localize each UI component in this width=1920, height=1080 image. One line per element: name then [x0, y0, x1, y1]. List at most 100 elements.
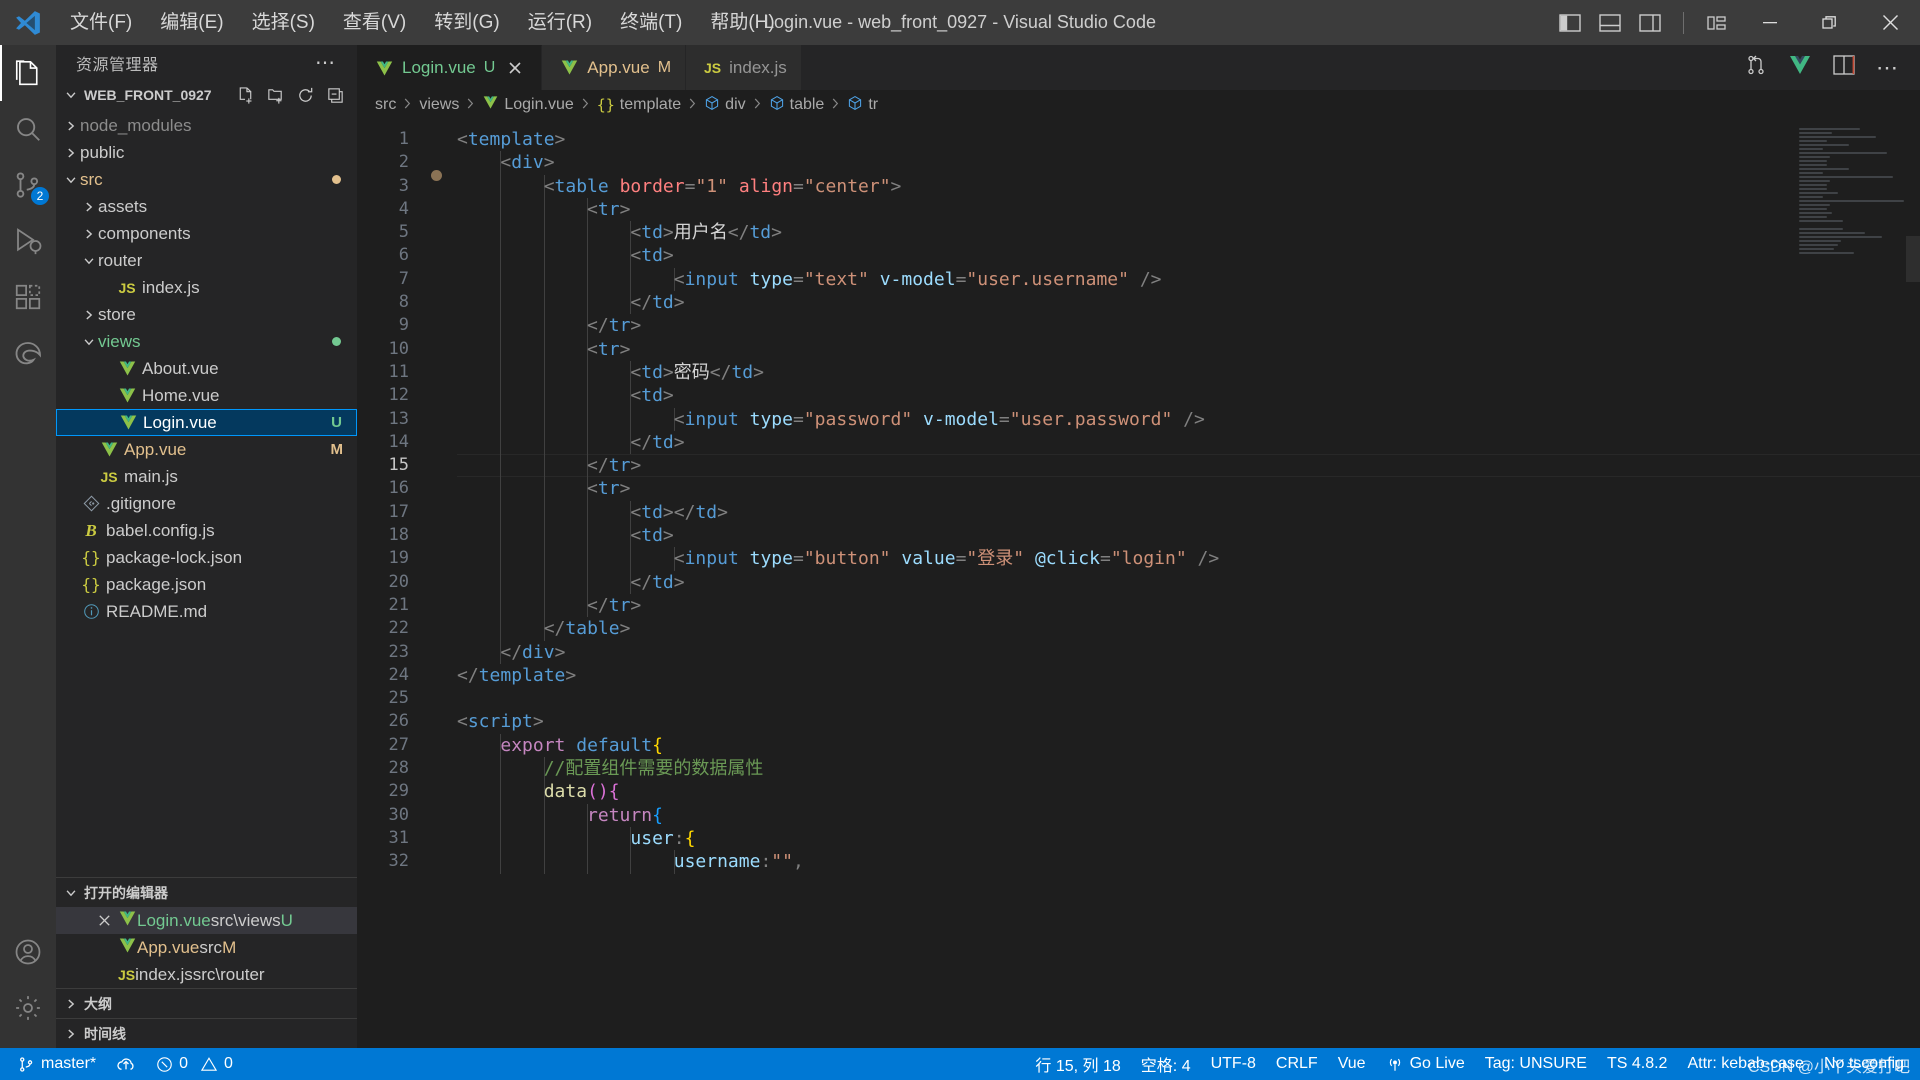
tree-file-row[interactable]: JS main.js	[56, 463, 357, 490]
tree-file-row[interactable]: Bbabel.config.js	[56, 517, 357, 544]
code-line[interactable]: username:"",	[457, 850, 1920, 874]
code-line[interactable]: <tr>	[457, 477, 1920, 501]
status-cursor-position[interactable]: 行 15, 列 18	[1025, 1048, 1130, 1080]
toggle-primary-sidebar-icon[interactable]	[1557, 10, 1583, 36]
chevron-down-icon[interactable]	[62, 173, 80, 187]
code-line[interactable]: <td></td>	[457, 500, 1920, 525]
status-tag-casing[interactable]: Tag: UNSURE	[1475, 1048, 1597, 1080]
status-eol[interactable]: CRLF	[1266, 1048, 1328, 1080]
tree-file-row[interactable]: Login.vue U	[56, 409, 357, 436]
menu-go[interactable]: 转到(G)	[420, 7, 513, 39]
code-line[interactable]: </td>	[457, 430, 1920, 455]
code-line[interactable]: //配置组件需要的数据属性	[457, 757, 1920, 781]
open-editor-row[interactable]: JS index.js src\router	[56, 961, 357, 988]
code-editor[interactable]: 1 2 3 4 5 6 7 8 9 10 11 12 13 14 15 16 17 18 19 20 21 22 23 24 2…	[357, 120, 1920, 1048]
tree-file-row[interactable]: Home.vue	[56, 382, 357, 409]
status-go-live[interactable]: Go Live	[1376, 1048, 1475, 1080]
tree-file-row[interactable]: JS index.js	[56, 274, 357, 301]
code-line[interactable]: export default{	[457, 733, 1920, 758]
code-line[interactable]: <td>	[457, 384, 1920, 408]
status-branch[interactable]: master*	[8, 1048, 106, 1080]
editor-tab[interactable]: Login.vue U	[357, 45, 543, 90]
tree-folder-row[interactable]: public	[56, 139, 357, 166]
code-line[interactable]: user:{	[457, 826, 1920, 851]
timeline-section-header[interactable]: 时间线	[56, 1018, 357, 1048]
code-line[interactable]	[457, 687, 1920, 710]
activity-item-accounts[interactable]	[0, 924, 56, 980]
code-line[interactable]: <template>	[457, 128, 1920, 151]
activity-item-edge-tools[interactable]	[0, 325, 56, 381]
activity-item-run-and-debug[interactable]	[0, 213, 56, 269]
tree-file-row[interactable]: {} package.json	[56, 571, 357, 598]
tree-folder-row[interactable]: assets	[56, 193, 357, 220]
code-line[interactable]: <table border="1" align="center">	[457, 174, 1920, 198]
chevron-down-icon[interactable]	[80, 254, 98, 268]
code-line[interactable]: <tr>	[457, 197, 1920, 222]
more-actions-icon[interactable]: ⋯	[1876, 56, 1900, 78]
open-editor-row[interactable]: Login.vue src\views U	[56, 907, 357, 934]
tree-folder-row[interactable]: node_modules	[56, 112, 357, 139]
activity-item-explorer[interactable]	[0, 45, 56, 101]
chevron-right-icon[interactable]	[80, 227, 98, 241]
breadcrumb-item[interactable]: views	[419, 96, 459, 114]
breadcrumb-item[interactable]: Login.vue	[482, 95, 574, 115]
breadcrumb-item[interactable]: tr	[847, 95, 878, 116]
new-file-icon[interactable]	[236, 86, 255, 105]
split-editor-vertical-icon[interactable]	[1744, 53, 1768, 82]
new-folder-icon[interactable]	[266, 86, 285, 105]
collapse-all-icon[interactable]	[326, 86, 345, 105]
tree-folder-row[interactable]: components	[56, 220, 357, 247]
code-line[interactable]: <td>	[457, 244, 1920, 268]
code-line[interactable]: </tr>	[457, 314, 1920, 338]
code-line[interactable]: </table>	[457, 617, 1920, 641]
code-line[interactable]: data(){	[457, 780, 1920, 804]
toggle-panel-icon[interactable]	[1597, 10, 1623, 36]
code-line[interactable]: <div>	[457, 151, 1920, 175]
breadcrumb-item[interactable]: src	[375, 96, 396, 114]
open-editor-row[interactable]: App.vue src M	[56, 934, 357, 961]
code-content[interactable]: <template> <div> <table border="1" align…	[457, 120, 1920, 1048]
code-line[interactable]: <td>	[457, 524, 1920, 548]
menu-selection[interactable]: 选择(S)	[238, 7, 329, 39]
status-tsconfig[interactable]: No tsconfig	[1814, 1048, 1914, 1080]
chevron-down-icon[interactable]	[80, 335, 98, 349]
folding-marker-icon[interactable]	[431, 170, 442, 181]
chevron-right-icon[interactable]	[80, 308, 98, 322]
menu-view[interactable]: 查看(V)	[329, 7, 420, 39]
minimap[interactable]	[1796, 128, 1906, 258]
tree-folder-row[interactable]: store	[56, 301, 357, 328]
menu-run[interactable]: 运行(R)	[514, 7, 606, 39]
activity-item-source-control[interactable]: 2	[0, 157, 56, 213]
code-line[interactable]: </div>	[457, 640, 1920, 664]
tree-file-row[interactable]: About.vue	[56, 355, 357, 382]
code-line[interactable]: </td>	[457, 570, 1920, 594]
menu-edit[interactable]: 编辑(E)	[146, 7, 237, 39]
outline-section-header[interactable]: 大纲	[56, 988, 357, 1018]
status-language-mode[interactable]: Vue	[1328, 1048, 1376, 1080]
split-editor-icon[interactable]	[1832, 54, 1856, 81]
code-line[interactable]: <td>用户名</td>	[457, 221, 1920, 245]
menu-file[interactable]: 文件(F)	[56, 7, 146, 39]
breadcrumb-item[interactable]: {} template	[597, 96, 681, 115]
vue-preview-icon[interactable]	[1788, 54, 1812, 81]
status-sync-changes[interactable]	[106, 1048, 146, 1080]
tree-folder-row[interactable]: views	[56, 328, 357, 355]
toggle-secondary-sidebar-icon[interactable]	[1637, 10, 1663, 36]
editor-tab[interactable]: JS index.js	[686, 45, 802, 90]
code-line[interactable]: <td>密码</td>	[457, 360, 1920, 385]
code-line[interactable]: return{	[457, 803, 1920, 827]
status-encoding[interactable]: UTF-8	[1201, 1048, 1266, 1080]
code-line[interactable]: </tr>	[457, 593, 1920, 618]
tree-file-row[interactable]: {} package-lock.json	[56, 544, 357, 571]
menu-terminal[interactable]: 终端(T)	[606, 7, 696, 39]
tree-folder-row[interactable]: router	[56, 247, 357, 274]
code-line[interactable]: <input type="text" v-model="user.usernam…	[457, 267, 1920, 292]
project-section-header[interactable]: WEB_FRONT_0927	[56, 80, 357, 110]
code-line[interactable]: </template>	[457, 664, 1920, 687]
tree-file-row[interactable]: App.vue M	[56, 436, 357, 463]
code-line[interactable]: <input type="password" v-model="user.pas…	[457, 407, 1920, 431]
customize-layout-icon[interactable]	[1704, 10, 1730, 36]
breadcrumb-item[interactable]: table	[769, 95, 824, 116]
activity-item-extensions[interactable]	[0, 269, 56, 325]
chevron-right-icon[interactable]	[62, 119, 80, 133]
